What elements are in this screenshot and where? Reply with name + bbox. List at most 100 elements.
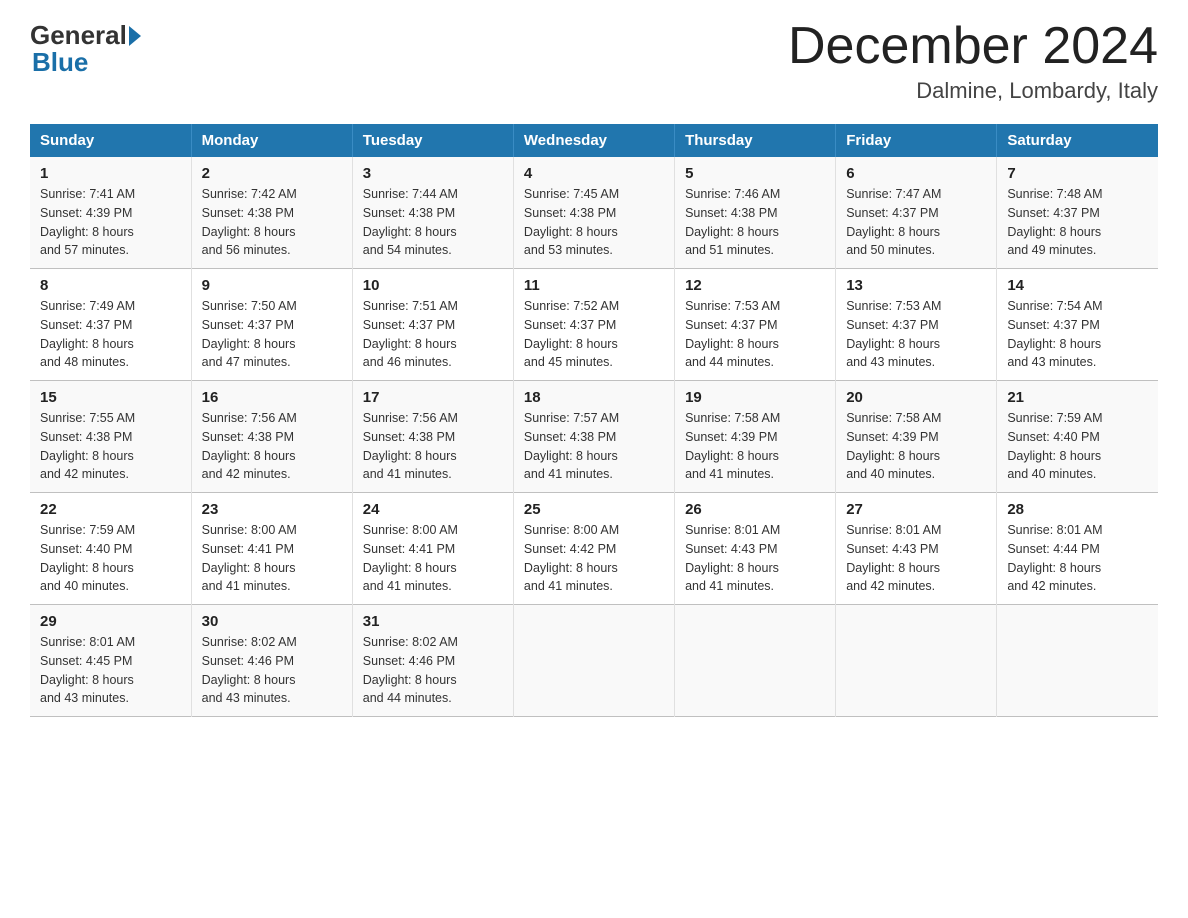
day-info: Sunrise: 7:58 AM Sunset: 4:39 PM Dayligh…: [846, 409, 986, 484]
calendar-cell: 2 Sunrise: 7:42 AM Sunset: 4:38 PM Dayli…: [191, 157, 352, 269]
calendar-cell: [513, 605, 674, 717]
calendar-cell: 12 Sunrise: 7:53 AM Sunset: 4:37 PM Dayl…: [675, 269, 836, 381]
calendar-cell: 11 Sunrise: 7:52 AM Sunset: 4:37 PM Dayl…: [513, 269, 674, 381]
day-number: 18: [524, 389, 664, 406]
calendar-cell: 29 Sunrise: 8:01 AM Sunset: 4:45 PM Dayl…: [30, 605, 191, 717]
day-number: 15: [40, 389, 181, 406]
week-row-2: 8 Sunrise: 7:49 AM Sunset: 4:37 PM Dayli…: [30, 269, 1158, 381]
day-info: Sunrise: 8:00 AM Sunset: 4:42 PM Dayligh…: [524, 521, 664, 596]
calendar-cell: 5 Sunrise: 7:46 AM Sunset: 4:38 PM Dayli…: [675, 157, 836, 269]
day-info: Sunrise: 7:50 AM Sunset: 4:37 PM Dayligh…: [202, 297, 342, 372]
calendar-cell: 17 Sunrise: 7:56 AM Sunset: 4:38 PM Dayl…: [352, 381, 513, 493]
calendar-cell: 31 Sunrise: 8:02 AM Sunset: 4:46 PM Dayl…: [352, 605, 513, 717]
day-info: Sunrise: 7:48 AM Sunset: 4:37 PM Dayligh…: [1007, 185, 1148, 260]
day-info: Sunrise: 7:53 AM Sunset: 4:37 PM Dayligh…: [685, 297, 825, 372]
calendar-cell: 6 Sunrise: 7:47 AM Sunset: 4:37 PM Dayli…: [836, 157, 997, 269]
day-info: Sunrise: 7:56 AM Sunset: 4:38 PM Dayligh…: [202, 409, 342, 484]
day-number: 26: [685, 501, 825, 518]
calendar-cell: 15 Sunrise: 7:55 AM Sunset: 4:38 PM Dayl…: [30, 381, 191, 493]
day-info: Sunrise: 7:51 AM Sunset: 4:37 PM Dayligh…: [363, 297, 503, 372]
header-wednesday: Wednesday: [513, 124, 674, 157]
day-info: Sunrise: 8:01 AM Sunset: 4:44 PM Dayligh…: [1007, 521, 1148, 596]
calendar-cell: 26 Sunrise: 8:01 AM Sunset: 4:43 PM Dayl…: [675, 493, 836, 605]
day-number: 29: [40, 613, 181, 630]
week-row-1: 1 Sunrise: 7:41 AM Sunset: 4:39 PM Dayli…: [30, 157, 1158, 269]
logo: General Blue: [30, 20, 143, 78]
day-info: Sunrise: 7:41 AM Sunset: 4:39 PM Dayligh…: [40, 185, 181, 260]
day-number: 5: [685, 165, 825, 182]
day-number: 9: [202, 277, 342, 294]
day-info: Sunrise: 8:00 AM Sunset: 4:41 PM Dayligh…: [363, 521, 503, 596]
day-number: 25: [524, 501, 664, 518]
day-number: 6: [846, 165, 986, 182]
day-number: 7: [1007, 165, 1148, 182]
day-info: Sunrise: 7:58 AM Sunset: 4:39 PM Dayligh…: [685, 409, 825, 484]
calendar-cell: 18 Sunrise: 7:57 AM Sunset: 4:38 PM Dayl…: [513, 381, 674, 493]
day-number: 24: [363, 501, 503, 518]
header-thursday: Thursday: [675, 124, 836, 157]
day-number: 22: [40, 501, 181, 518]
day-number: 30: [202, 613, 342, 630]
day-info: Sunrise: 7:49 AM Sunset: 4:37 PM Dayligh…: [40, 297, 181, 372]
day-info: Sunrise: 8:02 AM Sunset: 4:46 PM Dayligh…: [363, 633, 503, 708]
calendar-cell: 13 Sunrise: 7:53 AM Sunset: 4:37 PM Dayl…: [836, 269, 997, 381]
calendar-cell: [997, 605, 1158, 717]
day-info: Sunrise: 8:01 AM Sunset: 4:43 PM Dayligh…: [685, 521, 825, 596]
day-info: Sunrise: 8:01 AM Sunset: 4:43 PM Dayligh…: [846, 521, 986, 596]
day-info: Sunrise: 7:52 AM Sunset: 4:37 PM Dayligh…: [524, 297, 664, 372]
calendar-table: SundayMondayTuesdayWednesdayThursdayFrid…: [30, 124, 1158, 717]
calendar-cell: 14 Sunrise: 7:54 AM Sunset: 4:37 PM Dayl…: [997, 269, 1158, 381]
day-info: Sunrise: 7:59 AM Sunset: 4:40 PM Dayligh…: [1007, 409, 1148, 484]
calendar-cell: 3 Sunrise: 7:44 AM Sunset: 4:38 PM Dayli…: [352, 157, 513, 269]
day-number: 10: [363, 277, 503, 294]
day-info: Sunrise: 7:53 AM Sunset: 4:37 PM Dayligh…: [846, 297, 986, 372]
calendar-cell: 22 Sunrise: 7:59 AM Sunset: 4:40 PM Dayl…: [30, 493, 191, 605]
header-sunday: Sunday: [30, 124, 191, 157]
header-saturday: Saturday: [997, 124, 1158, 157]
calendar-cell: 9 Sunrise: 7:50 AM Sunset: 4:37 PM Dayli…: [191, 269, 352, 381]
day-number: 23: [202, 501, 342, 518]
day-info: Sunrise: 8:02 AM Sunset: 4:46 PM Dayligh…: [202, 633, 342, 708]
week-row-3: 15 Sunrise: 7:55 AM Sunset: 4:38 PM Dayl…: [30, 381, 1158, 493]
calendar-cell: 10 Sunrise: 7:51 AM Sunset: 4:37 PM Dayl…: [352, 269, 513, 381]
calendar-cell: 21 Sunrise: 7:59 AM Sunset: 4:40 PM Dayl…: [997, 381, 1158, 493]
day-number: 1: [40, 165, 181, 182]
day-number: 8: [40, 277, 181, 294]
day-number: 31: [363, 613, 503, 630]
page-header: General Blue December 2024 Dalmine, Lomb…: [30, 20, 1158, 104]
calendar-cell: 23 Sunrise: 8:00 AM Sunset: 4:41 PM Dayl…: [191, 493, 352, 605]
day-number: 12: [685, 277, 825, 294]
header-friday: Friday: [836, 124, 997, 157]
calendar-cell: 20 Sunrise: 7:58 AM Sunset: 4:39 PM Dayl…: [836, 381, 997, 493]
day-number: 11: [524, 277, 664, 294]
day-number: 4: [524, 165, 664, 182]
calendar-cell: 28 Sunrise: 8:01 AM Sunset: 4:44 PM Dayl…: [997, 493, 1158, 605]
day-info: Sunrise: 8:01 AM Sunset: 4:45 PM Dayligh…: [40, 633, 181, 708]
header-monday: Monday: [191, 124, 352, 157]
day-info: Sunrise: 7:44 AM Sunset: 4:38 PM Dayligh…: [363, 185, 503, 260]
calendar-cell: 16 Sunrise: 7:56 AM Sunset: 4:38 PM Dayl…: [191, 381, 352, 493]
week-row-4: 22 Sunrise: 7:59 AM Sunset: 4:40 PM Dayl…: [30, 493, 1158, 605]
calendar-cell: 30 Sunrise: 8:02 AM Sunset: 4:46 PM Dayl…: [191, 605, 352, 717]
day-number: 20: [846, 389, 986, 406]
day-info: Sunrise: 7:57 AM Sunset: 4:38 PM Dayligh…: [524, 409, 664, 484]
day-number: 19: [685, 389, 825, 406]
day-number: 13: [846, 277, 986, 294]
day-info: Sunrise: 7:55 AM Sunset: 4:38 PM Dayligh…: [40, 409, 181, 484]
calendar-cell: [675, 605, 836, 717]
calendar-cell: 24 Sunrise: 8:00 AM Sunset: 4:41 PM Dayl…: [352, 493, 513, 605]
day-number: 14: [1007, 277, 1148, 294]
calendar-cell: 7 Sunrise: 7:48 AM Sunset: 4:37 PM Dayli…: [997, 157, 1158, 269]
day-info: Sunrise: 8:00 AM Sunset: 4:41 PM Dayligh…: [202, 521, 342, 596]
day-number: 16: [202, 389, 342, 406]
calendar-cell: 19 Sunrise: 7:58 AM Sunset: 4:39 PM Dayl…: [675, 381, 836, 493]
logo-arrow-icon: [129, 26, 141, 46]
day-number: 3: [363, 165, 503, 182]
calendar-cell: [836, 605, 997, 717]
calendar-header-row: SundayMondayTuesdayWednesdayThursdayFrid…: [30, 124, 1158, 157]
header-tuesday: Tuesday: [352, 124, 513, 157]
day-info: Sunrise: 7:59 AM Sunset: 4:40 PM Dayligh…: [40, 521, 181, 596]
day-info: Sunrise: 7:54 AM Sunset: 4:37 PM Dayligh…: [1007, 297, 1148, 372]
calendar-cell: 8 Sunrise: 7:49 AM Sunset: 4:37 PM Dayli…: [30, 269, 191, 381]
day-info: Sunrise: 7:42 AM Sunset: 4:38 PM Dayligh…: [202, 185, 342, 260]
